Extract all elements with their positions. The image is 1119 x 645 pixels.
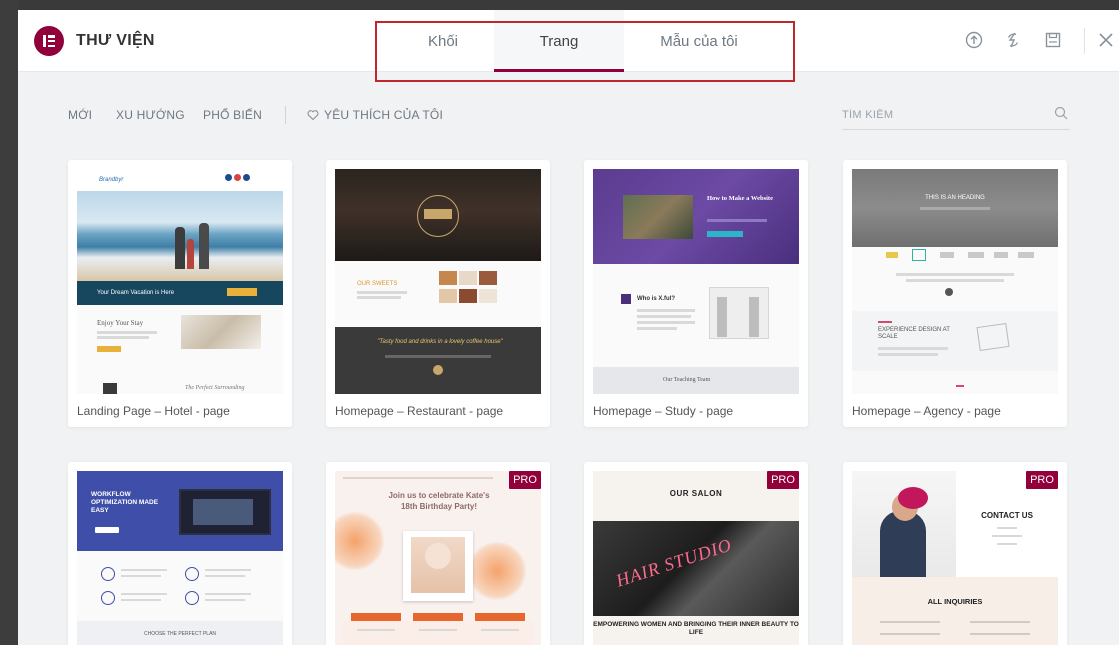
search-input[interactable] [842,100,1070,130]
pro-badge: PRO [509,471,541,489]
heart-icon[interactable] [307,108,319,121]
tab-blocks[interactable]: Khối [386,10,500,72]
page-backdrop-left [0,0,18,645]
filter-popular[interactable]: PHỔ BIẾN [203,108,262,122]
template-name: Homepage – Study - page [593,404,734,418]
template-thumbnail[interactable]: OUR SWEETS "Tasty food and drinks in a l… [335,169,541,394]
template-name: Homepage – Restaurant - page [335,404,504,418]
save-icon[interactable] [1043,30,1063,50]
template-thumbnail[interactable]: WORKFLOW OPTIMIZATION MADE EASY CHOOSE T… [77,471,283,645]
tab-my-templates[interactable]: Mẫu của tôi [624,10,774,72]
template-name: Homepage – Agency - page [852,404,1001,418]
template-thumbnail[interactable]: CONTACT US ALL INQUIRIES [852,471,1058,645]
thumb-text: OUR SALON [669,489,723,498]
page-backdrop-top [0,0,1119,10]
template-card-study[interactable]: How to Make a Website Who is X.ful? Our … [584,160,808,427]
pro-badge: PRO [767,471,799,489]
elementor-logo-icon [34,26,64,56]
template-thumbnail[interactable]: Brandbyr Your Dream Vacation is Here Enj… [77,169,283,394]
template-card-agency[interactable]: THIS IS AN HEADING EXPERIENCE DESIGN AT … [843,160,1067,427]
thumb-text: Join us to celebrate Kate's [388,491,490,500]
template-card-contact[interactable]: PRO CONTACT US ALL INQUIRIES [843,462,1067,645]
library-header: THƯ VIỆN Khối Trang Mẫu của tôi [18,10,1119,72]
header-divider [1084,28,1085,54]
filter-trending[interactable]: XU HƯỚNG [116,108,185,122]
thumb-text: Your Dream Vacation is Here [97,290,175,296]
filter-new[interactable]: MỚI [68,108,92,122]
thumb-text: EMPOWERING WOMEN AND BRINGING THEIR INNE… [593,621,799,637]
thumb-text: THIS IS AN HEADING [925,195,985,201]
thumb-text: Our Teaching Team [663,377,711,383]
sync-icon[interactable] [1003,30,1023,50]
template-card-restaurant[interactable]: OUR SWEETS "Tasty food and drinks in a l… [326,160,550,427]
thumb-text: Enjoy Your Stay [97,319,144,327]
search-icon[interactable] [1054,106,1068,120]
template-card-birthday[interactable]: PRO Join us to celebrate Kate's 18th Bir… [326,462,550,645]
template-card-hotel[interactable]: Brandbyr Your Dream Vacation is Here Enj… [68,160,292,427]
filter-divider [285,106,286,124]
thumb-text: OUR SWEETS [357,281,398,287]
thumb-text: Who is X.ful? [637,296,675,302]
thumb-text: ALL INQUIRIES [927,597,983,606]
thumb-text: EXPERIENCE DESIGN AT SCALE [878,327,950,341]
template-library-modal: THƯ VIỆN Khối Trang Mẫu của tôi MỚI XU H… [18,10,1119,645]
upload-icon[interactable] [964,30,984,50]
template-card-hair-salon[interactable]: PRO OUR SALON HAIR STUDIO EMPOWERING WOM… [584,462,808,645]
template-name: Landing Page – Hotel - page [77,404,230,418]
template-thumbnail[interactable]: How to Make a Website Who is X.ful? Our … [593,169,799,394]
template-thumbnail[interactable]: OUR SALON HAIR STUDIO EMPOWERING WOMEN A… [593,471,799,645]
thumb-text: WORKFLOW OPTIMIZATION MADE EASY [91,491,159,515]
tab-pages[interactable]: Trang [494,10,624,72]
close-icon[interactable] [1096,30,1116,50]
thumb-text: CONTACT US [981,511,1033,520]
template-thumbnail[interactable]: Join us to celebrate Kate's 18th Birthda… [335,471,541,645]
filter-my-favorites[interactable]: YÊU THÍCH CỦA TÔI [324,108,443,122]
thumb-text: CHOOSE THE PERFECT PLAN [143,631,217,637]
pro-badge: PRO [1026,471,1058,489]
library-title: THƯ VIỆN [76,32,155,49]
thumb-text: "Tasty food and drinks in a lovely coffe… [377,339,503,345]
thumb-text: The Perfect Surrounding [185,385,245,391]
template-thumbnail[interactable]: THIS IS AN HEADING EXPERIENCE DESIGN AT … [852,169,1058,394]
thumb-text: 18th Birthday Party! [400,502,478,511]
template-card-workflow[interactable]: WORKFLOW OPTIMIZATION MADE EASY CHOOSE T… [68,462,292,645]
thumb-text: How to Make a Website [707,195,773,202]
